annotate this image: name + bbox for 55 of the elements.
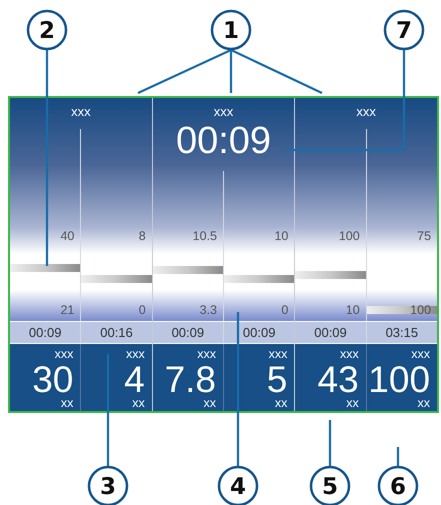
scale-min: 3.3 <box>200 303 218 318</box>
unit-label: xx <box>204 397 216 411</box>
callout-number: 4 <box>218 466 258 505</box>
unit-label: xxx <box>340 348 359 362</box>
unit-label: xxx <box>268 348 288 362</box>
unit-label: xxx <box>126 348 145 362</box>
value-readout: 100 <box>368 362 430 398</box>
unit-label: xx <box>274 397 288 411</box>
scale-min: 0 <box>281 303 288 318</box>
unit-label: xx <box>346 397 359 411</box>
timer-readout: 00:09 <box>176 120 272 163</box>
time-cell: 00:16 <box>80 322 152 344</box>
unit-label: xx <box>60 397 74 411</box>
indicator-bar <box>81 275 152 284</box>
time-cell-text: 00:09 <box>28 324 62 342</box>
value-readout: 4 <box>124 362 145 398</box>
scale-min: 10 <box>346 303 360 318</box>
time-cell: 00:09 <box>223 322 294 344</box>
callout-number: 7 <box>384 10 424 50</box>
callout-number: 6 <box>378 466 418 505</box>
value-readout: 7.8 <box>164 362 216 398</box>
value-readout: 30 <box>32 362 74 398</box>
indicator-bar <box>366 306 438 314</box>
scale-min: 0 <box>138 303 146 318</box>
scale-max: 75 <box>417 229 432 244</box>
group-label: xxx <box>214 103 234 121</box>
time-cell-text: 00:09 <box>170 324 206 342</box>
unit-label: xxx <box>54 348 74 362</box>
unit-label: xxx <box>411 348 430 362</box>
leader-line <box>328 420 332 466</box>
value-readout: 5 <box>266 362 288 398</box>
time-cell-text: 00:09 <box>313 324 348 342</box>
scale-min: 100 <box>410 303 432 318</box>
indicator-bar <box>224 275 294 284</box>
scale-max: 40 <box>60 229 74 244</box>
indicator-bar <box>152 266 224 274</box>
unit-label: xxx <box>197 348 216 362</box>
scale-max: 100 <box>338 229 360 244</box>
unit-label: xx <box>418 397 430 411</box>
time-cell: 03:15 <box>366 322 438 344</box>
scale-min: 21 <box>60 303 74 318</box>
callout-number: 3 <box>88 466 128 505</box>
callout-number: 2 <box>26 10 68 50</box>
indicator-bar <box>295 271 366 280</box>
callout-number: 5 <box>310 466 350 505</box>
callout-number: 1 <box>210 10 252 50</box>
scale-max: 10.5 <box>192 229 218 244</box>
group-label: xxx <box>356 103 376 121</box>
unit-label: xx <box>132 397 145 411</box>
group-label: xxx <box>71 103 91 121</box>
value-readout: 43 <box>318 362 359 398</box>
leader-line <box>396 447 400 466</box>
indicator-bar <box>10 264 80 272</box>
scale-max: 8 <box>138 229 146 244</box>
scale-max: 10 <box>274 229 288 244</box>
